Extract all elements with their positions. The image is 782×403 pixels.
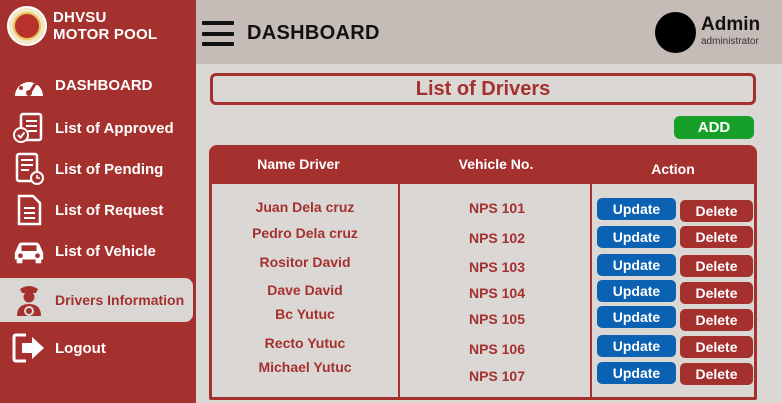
brand: DHVSU MOTOR POOL [7, 6, 157, 46]
driver-name: Recto Yutuc [264, 335, 346, 351]
sidebar-item-label: List of Pending [55, 160, 164, 178]
vehicle-number: NPS 107 [468, 368, 526, 384]
dhvsu-logo [7, 6, 47, 46]
update-button[interactable]: Update [597, 226, 676, 248]
update-button[interactable]: Update [597, 280, 676, 302]
update-button[interactable]: Update [597, 198, 676, 220]
sidebar-item-label: List of Vehicle [55, 242, 156, 260]
add-driver-button[interactable]: ADD [674, 116, 754, 139]
driver-name: Juan Dela cruz [255, 199, 355, 215]
vehicle-number: NPS 106 [468, 341, 526, 357]
sidebar-item-vehicle[interactable]: List of Vehicle [0, 231, 193, 271]
sidebar: DHVSU MOTOR POOL DASHBOARD List of Appro… [0, 0, 196, 403]
vehicle-number: NPS 102 [468, 230, 526, 246]
sidebar-item-label: List of Request [55, 201, 164, 219]
update-button[interactable]: Update [597, 362, 676, 384]
user-role: administrator [701, 36, 759, 47]
sidebar-item-approved[interactable]: List of Approved [0, 108, 193, 148]
sidebar-item-label: DASHBOARD [55, 76, 153, 94]
approved-document-icon [12, 112, 46, 144]
delete-button[interactable]: Delete [680, 200, 753, 222]
avatar[interactable] [655, 12, 696, 53]
delete-button[interactable]: Delete [680, 255, 753, 277]
brand-name: DHVSU [53, 9, 107, 26]
vehicle-number: NPS 104 [468, 285, 526, 301]
hamburger-menu-icon[interactable] [202, 21, 234, 46]
vehicle-number: NPS 105 [468, 311, 526, 327]
page-title: DASHBOARD [247, 22, 380, 44]
delete-button[interactable]: Delete [680, 309, 753, 331]
driver-name: Bc Yutuc [275, 306, 335, 322]
column-header-name: Name Driver [257, 156, 340, 172]
sidebar-item-pending[interactable]: List of Pending [0, 149, 193, 189]
delete-button[interactable]: Delete [680, 363, 753, 385]
driver-icon [12, 284, 46, 316]
dashboard-gauge-icon [12, 69, 46, 101]
sidebar-item-label: Logout [55, 339, 106, 357]
vehicle-number: NPS 101 [468, 200, 526, 216]
sidebar-item-label: Drivers Information [55, 292, 185, 308]
vehicle-number: NPS 103 [468, 259, 526, 275]
list-title-box: List of Drivers [210, 73, 756, 105]
delete-button[interactable]: Delete [680, 336, 753, 358]
update-button[interactable]: Update [597, 306, 676, 328]
list-title: List of Drivers [415, 77, 551, 100]
update-button[interactable]: Update [597, 254, 676, 276]
column-header-action: Action [651, 161, 695, 177]
sidebar-item-drivers[interactable]: Drivers Information [0, 278, 193, 322]
delete-button[interactable]: Delete [680, 282, 753, 304]
sidebar-item-request[interactable]: List of Request [0, 190, 193, 230]
request-document-icon [12, 194, 46, 226]
driver-name: Pedro Dela cruz [252, 225, 358, 241]
driver-name: Michael Yutuc [258, 359, 352, 375]
car-icon [12, 235, 46, 267]
sidebar-item-dashboard[interactable]: DASHBOARD [0, 65, 193, 105]
driver-name: Rositor David [259, 254, 351, 270]
pending-document-icon [12, 152, 46, 185]
update-button[interactable]: Update [597, 335, 676, 357]
delete-button[interactable]: Delete [680, 226, 753, 248]
driver-name: Dave David [267, 282, 343, 298]
user-name: Admin [701, 14, 761, 35]
brand-subtitle: MOTOR POOL [53, 26, 158, 43]
sidebar-item-logout[interactable]: Logout [0, 328, 193, 368]
logout-icon [12, 332, 46, 364]
column-header-vehicle: Vehicle No. [458, 156, 534, 172]
top-header: DASHBOARD Admin administrator [196, 0, 782, 64]
sidebar-item-label: List of Approved [55, 119, 174, 137]
